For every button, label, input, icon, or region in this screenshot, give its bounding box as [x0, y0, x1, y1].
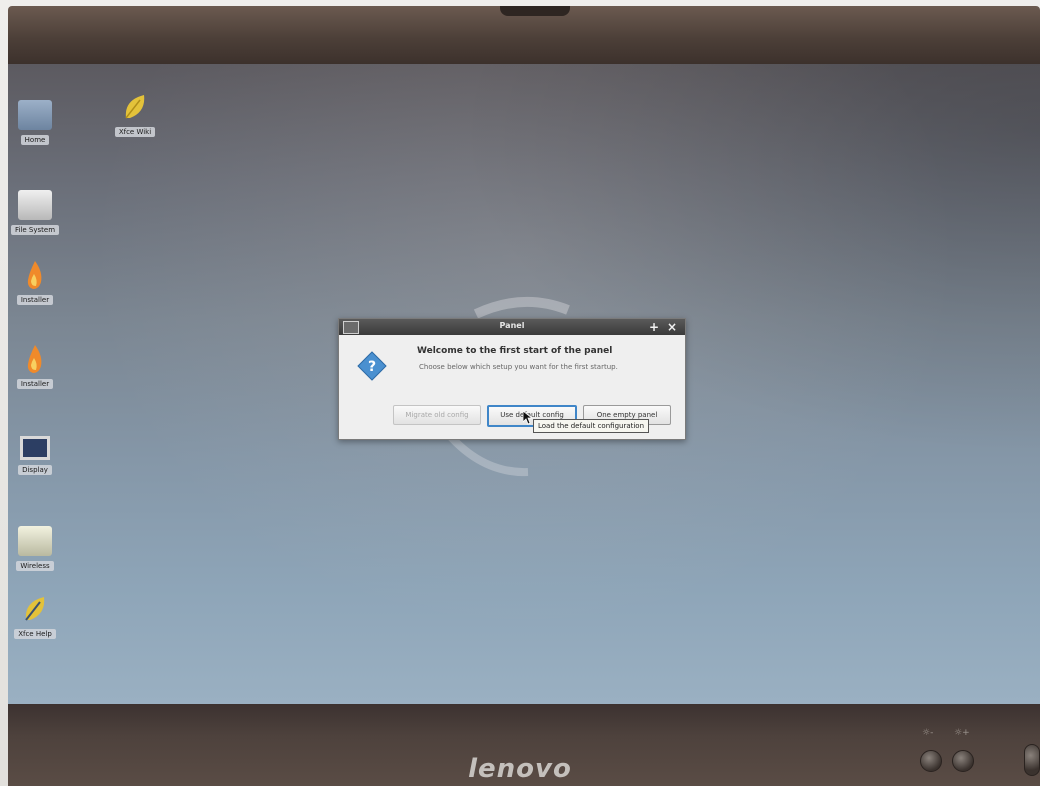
close-icon[interactable]: × [667, 319, 677, 335]
desktop-icon-filesystem[interactable]: File System [8, 176, 70, 239]
webcam-notch [500, 6, 570, 16]
dialog-title: Panel [499, 321, 525, 330]
desktop-icon-home[interactable]: Home [8, 94, 70, 149]
svg-text:?: ? [368, 359, 376, 375]
leaf-icon [125, 95, 145, 119]
brand-logo: lenovo [468, 754, 572, 784]
migrate-old-config-button[interactable]: Migrate old config [393, 405, 481, 425]
folder-icon [18, 100, 52, 130]
button-tooltip: Load the default configuration [533, 419, 650, 433]
desktop-icon-installer-2[interactable]: Installer [8, 344, 70, 393]
panel-first-start-dialog: Panel + × ? Welcome to the first start o… [338, 318, 686, 440]
leaf-icon [25, 597, 45, 621]
brightness-up-icon: ☼+ [954, 728, 970, 738]
monitor-icon [20, 436, 50, 460]
dialog-titlebar[interactable]: Panel + × [339, 319, 685, 335]
desktop-icon-wireless[interactable]: Wireless [8, 512, 70, 575]
photo-background: Home Xfce Wiki File System Installer Ins… [0, 0, 1040, 786]
brightness-down-button[interactable] [920, 750, 942, 772]
dialog-heading: Welcome to the first start of the panel [417, 346, 613, 356]
question-icon: ? [357, 351, 387, 381]
desktop-icon-installer-1[interactable]: Installer [8, 260, 70, 309]
desktop-icon-display[interactable]: Display [8, 428, 70, 479]
mouse-cursor-icon [523, 411, 533, 425]
brightness-down-icon: ☼- [922, 728, 934, 738]
drive-icon [18, 190, 52, 220]
flame-icon [27, 345, 42, 373]
brightness-up-button[interactable] [952, 750, 974, 772]
maximize-icon[interactable]: + [649, 319, 659, 335]
power-button[interactable] [1024, 744, 1040, 776]
flame-icon [27, 261, 42, 289]
drive-icon [18, 526, 52, 556]
dialog-subtext: Choose below which setup you want for th… [419, 363, 618, 371]
desktop-icon-wiki[interactable]: Xfce Wiki [100, 92, 170, 141]
desktop-icon-help[interactable]: Xfce Help [8, 594, 70, 643]
